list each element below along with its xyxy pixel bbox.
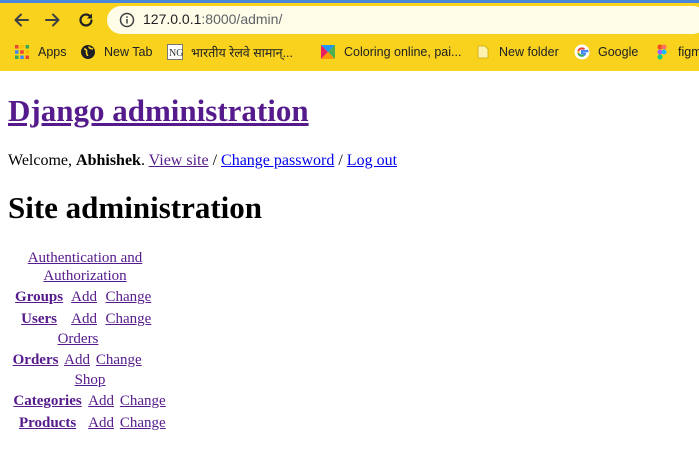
address-bar[interactable]: 127.0.0.1:8000/admin/ bbox=[107, 6, 699, 34]
module-shop: Shop Categories Add Change Products Add … bbox=[8, 371, 172, 435]
model-link-orders[interactable]: Orders bbox=[13, 352, 59, 368]
forward-arrow-icon[interactable] bbox=[42, 9, 64, 31]
model-name: Users bbox=[10, 309, 68, 329]
bookmark-figma[interactable]: figm bbox=[654, 43, 699, 61]
apps-grid-icon bbox=[15, 45, 29, 59]
folder-icon bbox=[477, 45, 489, 59]
model-link-categories[interactable]: Categories bbox=[13, 393, 81, 409]
bookmark-indian-railways[interactable]: NG भारतीय रेलवे सामान्... bbox=[167, 43, 293, 61]
figma-icon bbox=[657, 44, 667, 60]
table-row: Groups Add Change bbox=[10, 287, 160, 307]
globe-icon bbox=[81, 45, 95, 59]
model-link-groups[interactable]: Groups bbox=[15, 289, 63, 305]
info-icon[interactable] bbox=[119, 12, 135, 28]
browser-toolbar: 127.0.0.1:8000/admin/ Apps New Tab NG भा… bbox=[0, 0, 699, 71]
module-caption: Authentication and Authorization bbox=[8, 249, 162, 285]
model-name: Groups bbox=[10, 287, 68, 307]
bookmark-label: भारतीय रेलवे सामान्... bbox=[191, 45, 293, 60]
change-cell: Change bbox=[119, 391, 170, 411]
change-link[interactable]: Change bbox=[120, 393, 166, 409]
url-text[interactable]: 127.0.0.1:8000/admin/ bbox=[143, 11, 282, 27]
log-out-link[interactable]: Log out bbox=[347, 152, 397, 169]
bookmark-google[interactable]: Google bbox=[574, 43, 638, 61]
separator: / bbox=[334, 152, 347, 169]
bookmark-label: New Tab bbox=[104, 45, 153, 59]
table-row: Categories Add Change bbox=[10, 391, 170, 411]
add-link[interactable]: Add bbox=[64, 352, 90, 368]
add-link[interactable]: Add bbox=[71, 311, 97, 327]
table-row: Products Add Change bbox=[10, 413, 170, 433]
module-link-shop[interactable]: Shop bbox=[75, 372, 106, 388]
table-row: Users Add Change bbox=[10, 309, 160, 329]
app-list: Authentication and Authorization Groups … bbox=[8, 249, 172, 435]
change-cell: Change bbox=[119, 413, 170, 433]
table-row: Orders Add Change bbox=[10, 350, 146, 370]
bookmark-label: Apps bbox=[38, 45, 67, 59]
bookmark-label: figm bbox=[678, 45, 699, 59]
module-caption: Orders bbox=[8, 330, 148, 348]
module-caption: Shop bbox=[8, 371, 172, 389]
model-name: Orders bbox=[10, 350, 61, 370]
change-cell: Change bbox=[104, 287, 160, 307]
module-orders: Orders Orders Add Change bbox=[8, 330, 148, 372]
change-link[interactable]: Change bbox=[105, 289, 151, 305]
bookmark-new-folder[interactable]: New folder bbox=[475, 43, 559, 61]
svg-text:NG: NG bbox=[169, 48, 183, 59]
bookmark-coloring-online[interactable]: Coloring online, pai... bbox=[320, 43, 461, 61]
bookmark-label: New folder bbox=[499, 45, 559, 59]
add-link[interactable]: Add bbox=[88, 415, 114, 431]
module-authentication: Authentication and Authorization Groups … bbox=[8, 249, 162, 331]
model-name: Categories bbox=[10, 391, 85, 411]
site-title: Django administration bbox=[8, 92, 309, 130]
username: Abhishek bbox=[76, 152, 141, 169]
change-link[interactable]: Change bbox=[120, 415, 166, 431]
change-password-link[interactable]: Change password bbox=[221, 152, 334, 169]
site-title-link[interactable]: Django administration bbox=[8, 93, 309, 128]
module-link-authentication[interactable]: Authentication and Authorization bbox=[28, 250, 143, 284]
view-site-link[interactable]: View site bbox=[149, 152, 209, 169]
add-cell: Add bbox=[70, 309, 102, 329]
add-cell: Add bbox=[63, 350, 93, 370]
user-tools: Welcome, Abhishek. View site / Change pa… bbox=[8, 151, 397, 171]
reload-icon[interactable] bbox=[75, 9, 97, 31]
add-cell: Add bbox=[87, 391, 117, 411]
add-cell: Add bbox=[70, 287, 102, 307]
coloring-icon bbox=[321, 45, 335, 59]
google-icon bbox=[574, 44, 590, 60]
module-link-orders[interactable]: Orders bbox=[58, 331, 99, 347]
change-link[interactable]: Change bbox=[96, 352, 142, 368]
welcome-suffix: . bbox=[140, 152, 149, 169]
url-path: :8000/admin/ bbox=[201, 11, 283, 27]
separator: / bbox=[208, 152, 222, 169]
add-link[interactable]: Add bbox=[71, 289, 97, 305]
change-cell: Change bbox=[104, 309, 160, 329]
ng-icon: NG bbox=[167, 44, 183, 60]
model-link-products[interactable]: Products bbox=[19, 415, 76, 431]
bookmarks-bar: Apps New Tab NG भारतीय रेलवे सामान्... C… bbox=[0, 40, 699, 64]
back-arrow-icon[interactable] bbox=[10, 9, 32, 31]
change-cell: Change bbox=[95, 350, 146, 370]
url-host: 127.0.0.1 bbox=[143, 11, 202, 27]
bookmark-new-tab[interactable]: New Tab bbox=[80, 43, 152, 61]
tab-strip-edge bbox=[0, 0, 699, 3]
change-link[interactable]: Change bbox=[105, 311, 151, 327]
bookmark-label: Coloring online, pai... bbox=[344, 45, 462, 59]
page-title: Site administration bbox=[8, 190, 263, 225]
add-cell: Add bbox=[87, 413, 117, 433]
welcome-prefix: Welcome, bbox=[8, 152, 77, 169]
bookmark-label: Google bbox=[598, 45, 639, 59]
bookmark-apps[interactable]: Apps bbox=[14, 43, 67, 61]
add-link[interactable]: Add bbox=[88, 393, 114, 409]
model-link-users[interactable]: Users bbox=[21, 311, 57, 327]
model-name: Products bbox=[10, 413, 85, 433]
